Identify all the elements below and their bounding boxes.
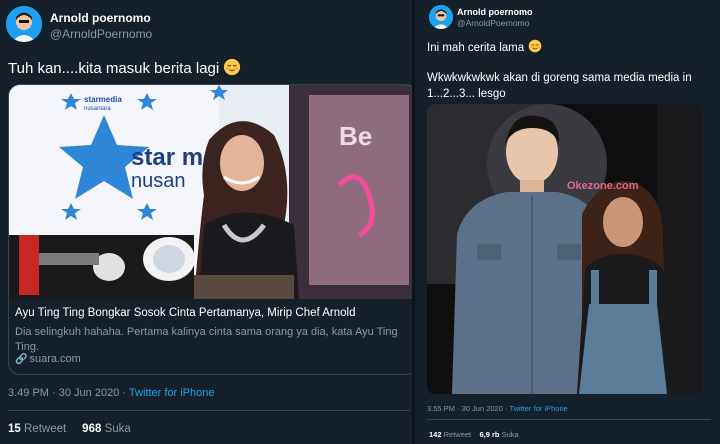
brand-top-text: starmedia [84,95,122,104]
svg-text:Be: Be [339,121,372,151]
tweet-time[interactable]: 3.49 PM [8,387,49,399]
relieved-face-emoji-icon [223,58,241,76]
tweet-photo[interactable]: Okezone.com [427,104,702,394]
divider [8,410,410,411]
like-label[interactable]: Suka [105,423,131,435]
retweet-label[interactable]: Retweet [24,423,66,435]
card-title[interactable]: Ayu Ting Ting Bongkar Sosok Cinta Pertam… [15,307,356,319]
photo-watermark: Okezone.com [567,180,639,192]
tweet-stats: 15 Retweet 968 Suka [8,423,131,435]
relieved-face-emoji-icon [528,39,542,53]
user-avatar[interactable] [6,6,42,42]
tweet-date[interactable]: 30 Jun 2020 [462,404,503,413]
big-sub-text: nusan [131,170,186,192]
tweet-source[interactable]: Twitter for iPhone [509,404,567,413]
retweet-count[interactable]: 142 [429,430,442,439]
link-icon: 🔗 [15,354,28,365]
big-brand-text: star m [131,144,203,171]
right-tweet: Arnold poernomo @ArnoldPoernomo Ini mah … [412,0,720,444]
card-domain[interactable]: 🔗 suara.com [15,353,81,365]
user-avatar[interactable] [429,5,453,29]
brand-sub-text: nusantara [84,106,111,112]
left-tweet: Arnold poernomo @ArnoldPoernomo Tuh kan.… [0,0,418,444]
tweet-text: Tuh kan....kita masuk berita lagi [8,58,241,77]
link-card[interactable]: starmedia nusantara star m nusan Be Ayu … [8,84,418,375]
display-name[interactable]: Arnold poernomo [50,11,151,25]
card-description: Dia selingkuh hahaha. Pertama kalinya ci… [15,326,398,353]
like-label[interactable]: Suka [502,430,519,439]
retweet-count[interactable]: 15 [8,423,21,435]
user-handle[interactable]: @ArnoldPoernomo [50,27,152,41]
retweet-label[interactable]: Retweet [444,430,472,439]
tweet-text-line-2: Wkwkwkwkwk akan di goreng sama media med… [427,72,692,100]
tweet-text-line-1: Ini mah cerita lama [427,39,542,54]
like-count[interactable]: 968 [82,423,101,435]
divider [427,419,711,420]
like-count[interactable]: 6,9 rb [479,430,499,439]
tweet-stats: 142 Retweet 6,9 rb Suka [429,430,519,439]
card-image[interactable]: starmedia nusantara star m nusan Be [9,85,417,299]
tweet-source[interactable]: Twitter for iPhone [129,387,215,399]
tweet-timestamp: 3.55 PM · 30 Jun 2020 · Twitter for iPho… [427,404,568,413]
user-handle[interactable]: @ArnoldPoernomo [457,18,529,28]
tweet-date[interactable]: 30 Jun 2020 [59,387,120,399]
tweet-timestamp: 3.49 PM · 30 Jun 2020 · Twitter for iPho… [8,387,215,399]
display-name[interactable]: Arnold poernomo [457,7,533,17]
tweet-time[interactable]: 3.55 PM [427,404,455,413]
